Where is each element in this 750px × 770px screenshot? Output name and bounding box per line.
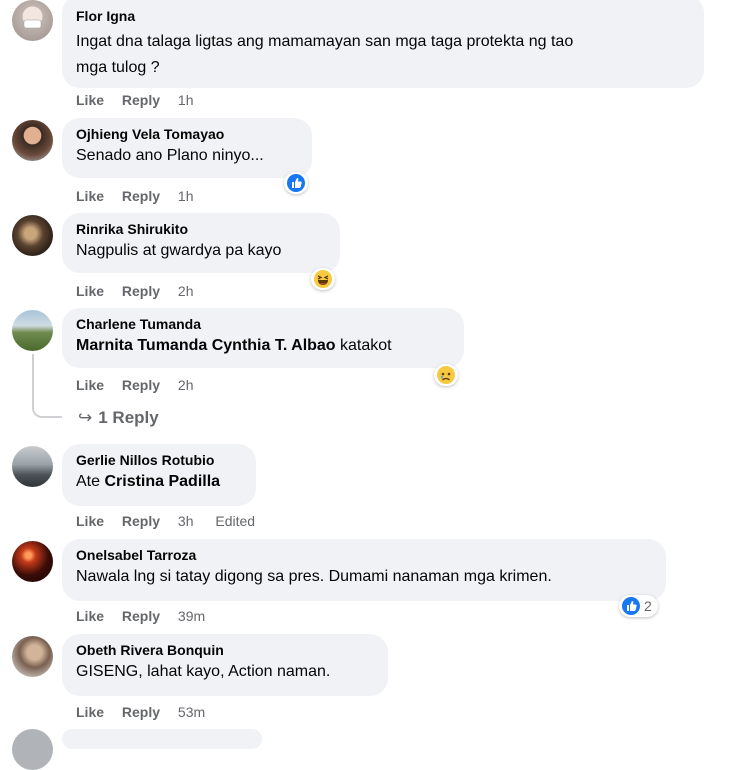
- reply-button[interactable]: Reply: [122, 283, 160, 299]
- comment-text: Ate Cristina Padilla: [76, 470, 242, 494]
- like-button[interactable]: Like: [76, 377, 104, 393]
- comment-text: Ingat dna talaga ligtas ang mamamayan sa…: [76, 33, 574, 50]
- reply-button[interactable]: Reply: [122, 704, 160, 720]
- avatar[interactable]: [12, 541, 53, 582]
- like-button[interactable]: Like: [76, 704, 104, 720]
- comment-bubble: Flor Igna Ingat dna talaga ligtas ang ma…: [62, 0, 704, 88]
- like-button[interactable]: Like: [76, 92, 104, 108]
- comment-text: Marnita Tumanda Cynthia T. Albao katakot: [76, 334, 450, 358]
- comment-time[interactable]: 3h: [178, 513, 194, 529]
- reply-button[interactable]: Reply: [122, 608, 160, 624]
- reaction-summary[interactable]: [311, 268, 335, 290]
- avatar[interactable]: [12, 120, 53, 161]
- comment-actions: Like Reply 53m: [76, 704, 223, 720]
- edited-label[interactable]: Edited: [215, 513, 255, 529]
- sad-icon: [437, 366, 455, 384]
- like-button[interactable]: Like: [76, 513, 104, 529]
- avatar[interactable]: [12, 0, 53, 41]
- comment-time[interactable]: 2h: [178, 377, 194, 393]
- comment-actions: Like Reply 3h Edited: [76, 513, 255, 529]
- mention-link[interactable]: Marnita Tumanda Cynthia T. Albao: [76, 337, 336, 354]
- comment-text-head: Ate: [76, 473, 105, 490]
- comment-actions: Like Reply 1h: [76, 188, 212, 204]
- comment-time[interactable]: 39m: [178, 608, 205, 624]
- avatar[interactable]: [12, 729, 53, 770]
- comment-time[interactable]: 1h: [178, 188, 194, 204]
- comment-bubble: Gerlie Nillos Rotubio Ate Cristina Padil…: [62, 444, 256, 506]
- comment-author[interactable]: Charlene Tumanda: [76, 315, 450, 333]
- avatar[interactable]: [12, 215, 53, 256]
- comment-actions: Like Reply 1h: [76, 92, 212, 108]
- comment-actions: Like Reply 39m: [76, 608, 223, 624]
- like-button[interactable]: Like: [76, 188, 104, 204]
- reaction-summary[interactable]: [434, 364, 458, 386]
- comment-text: Senado ano Plano ninyo...: [76, 147, 264, 164]
- comment-author[interactable]: Ojhieng Vela Tomayao: [76, 125, 298, 143]
- like-icon: [287, 174, 305, 192]
- like-button[interactable]: Like: [76, 608, 104, 624]
- comment-author[interactable]: Gerlie Nillos Rotubio: [76, 451, 242, 469]
- replies-count: 1 Reply: [98, 408, 159, 427]
- comment-author[interactable]: Flor Igna: [76, 7, 690, 25]
- like-button[interactable]: Like: [76, 283, 104, 299]
- reply-button[interactable]: Reply: [122, 92, 160, 108]
- comment-actions: Like Reply 2h: [76, 377, 212, 393]
- comment-text: Nawala lng si tatay digong sa pres. Duma…: [76, 568, 552, 585]
- comment-author[interactable]: Obeth Rivera Bonquin: [76, 641, 374, 659]
- reaction-summary[interactable]: [284, 172, 308, 194]
- comment-author[interactable]: Onelsabel Tarroza: [76, 546, 652, 564]
- comment-bubble: [62, 729, 262, 749]
- reply-thread-line: [32, 354, 62, 418]
- comment-text-tail: katakot: [335, 337, 392, 354]
- avatar[interactable]: [12, 636, 53, 677]
- comment-time[interactable]: 2h: [178, 283, 194, 299]
- reaction-summary[interactable]: 2: [619, 595, 658, 617]
- reaction-count: 2: [644, 598, 652, 614]
- comment-author[interactable]: Rinrika Shirukito: [76, 220, 326, 238]
- reply-button[interactable]: Reply: [122, 188, 160, 204]
- comment-text-line-2: mga tulog ?: [76, 59, 160, 76]
- comment-bubble: Charlene Tumanda Marnita Tumanda Cynthia…: [62, 308, 464, 368]
- comment-bubble: Onelsabel Tarroza Nawala lng si tatay di…: [62, 539, 666, 601]
- haha-icon: [314, 270, 332, 288]
- comment-actions: Like Reply 2h: [76, 283, 212, 299]
- avatar[interactable]: [12, 310, 53, 351]
- mention-link[interactable]: Cristina Padilla: [104, 473, 220, 490]
- comment-time[interactable]: 1h: [178, 92, 194, 108]
- reply-button[interactable]: Reply: [122, 377, 160, 393]
- comment-bubble: Rinrika Shirukito Nagpulis at gwardya pa…: [62, 213, 340, 273]
- comment-bubble: Obeth Rivera Bonquin GISENG, lahat kayo,…: [62, 634, 388, 696]
- comment-time[interactable]: 53m: [178, 704, 205, 720]
- view-replies-link[interactable]: ↪ 1 Reply: [78, 408, 159, 428]
- reply-arrow-icon: ↪: [78, 408, 93, 427]
- comment-text: GISENG, lahat kayo, Action naman.: [76, 663, 331, 680]
- reply-button[interactable]: Reply: [122, 513, 160, 529]
- comment-bubble: Ojhieng Vela Tomayao Senado ano Plano ni…: [62, 118, 312, 178]
- avatar[interactable]: [12, 446, 53, 487]
- like-icon: [622, 597, 640, 615]
- comment-text: Nagpulis at gwardya pa kayo: [76, 242, 282, 259]
